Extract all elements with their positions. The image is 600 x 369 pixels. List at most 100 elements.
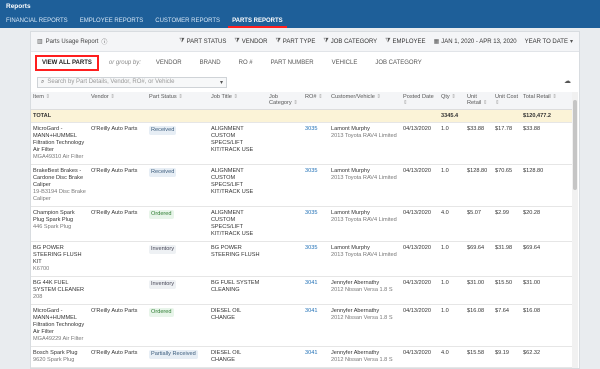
ro-link[interactable]: 3035	[303, 164, 329, 208]
sort-icon[interactable]: ⇕	[375, 94, 381, 100]
status-badge: Received	[149, 168, 177, 178]
table-row[interactable]: Bosch Spark Plug 9620 Spark Plug O'Reilly …	[31, 346, 573, 369]
status-badge: Inventory	[149, 280, 177, 290]
sort-icon[interactable]: ⇕	[109, 94, 115, 100]
qty-cell: 1.0	[439, 276, 465, 306]
item-part-number: 9620 Spark Plug	[33, 357, 75, 364]
column-header[interactable]: Vendor ⇕	[89, 92, 147, 110]
table-row[interactable]: MicroGard - MANN+HUMMEL Filtration Techn…	[31, 304, 573, 348]
job-category-cell	[267, 304, 303, 348]
group-by-job-category[interactable]: JOB CATEGORY	[375, 60, 421, 66]
customer-cell: Jennyfer Abernathy 2012 Nissan Versa 1.8 …	[329, 346, 401, 369]
filter-1[interactable]: ⧩ VENDOR	[234, 38, 267, 45]
filter-6[interactable]: YEAR TO DATE ▾	[525, 38, 573, 46]
posted-date-cell: 04/13/2020	[401, 276, 439, 306]
ro-link[interactable]: 3041	[303, 346, 329, 369]
tab-financial-reports[interactable]: FINANCIAL REPORTS	[0, 15, 74, 28]
filter-0[interactable]: ⧩ PART STATUS	[179, 38, 226, 45]
vendor-cell: O'Reilly Auto Parts	[89, 122, 147, 166]
chevron-down-icon[interactable]: ▾	[220, 79, 223, 86]
status-badge: Ordered	[149, 308, 174, 318]
column-header-label: Item	[33, 94, 44, 100]
filter-2[interactable]: ⧩ PART TYPE	[275, 38, 315, 45]
sort-icon[interactable]: ⇕	[450, 94, 456, 100]
table-row[interactable]: BG 44K FUEL SYSTEM CLEANER 208 Inventory BG…	[31, 276, 573, 306]
customer-name: Jennyfer Abernathy	[331, 280, 380, 287]
sort-icon[interactable]: ⇕	[481, 100, 488, 106]
scrollbar-thumb[interactable]	[573, 100, 577, 190]
column-header[interactable]: Job Category ⇕	[267, 92, 303, 110]
ro-link[interactable]: 3041	[303, 304, 329, 348]
group-by-vendor[interactable]: VENDOR	[156, 60, 182, 66]
report-selector[interactable]: ▥ Parts Usage Report ⓘ	[37, 37, 107, 47]
column-header[interactable]: Total Retail ⇕	[521, 92, 573, 110]
customer-name: Jennyfer Abernathy	[331, 350, 380, 357]
qty-cell: 1.0	[439, 122, 465, 166]
total-retail: $120,477.2	[521, 109, 573, 124]
ro-link[interactable]: 3035	[303, 122, 329, 166]
column-header[interactable]: Job Title ⇕	[209, 92, 267, 110]
table-row[interactable]: Champion Spark Plug Spark Plug 446 Spark …	[31, 206, 573, 243]
table-row[interactable]: BG POWER STEERING FLUSH KIT K6700 Inventor…	[31, 241, 573, 278]
group-by-brand[interactable]: BRAND	[200, 60, 221, 66]
sort-icon[interactable]: ⇕	[44, 94, 50, 100]
search-placeholder: Search by Part Details, Vendor, RO#, or …	[47, 79, 175, 85]
column-header[interactable]: RO# ⇕	[303, 92, 329, 110]
tab-employee-reports[interactable]: EMPLOYEE REPORTS	[74, 15, 150, 28]
column-header[interactable]: Part Status ⇕	[147, 92, 209, 110]
status-badge: Partially Received	[149, 350, 198, 360]
help-icon[interactable]: ⓘ	[101, 37, 107, 46]
report-title: Parts Usage Report	[45, 38, 99, 45]
filter-icon: ⧩	[179, 38, 185, 44]
sort-icon[interactable]: ⇕	[177, 94, 183, 100]
view-all-parts-button[interactable]: VIEW ALL PARTS	[35, 55, 99, 71]
sort-icon[interactable]: ⇕	[551, 94, 557, 100]
column-header[interactable]: Posted Date ⇕	[401, 92, 439, 110]
vehicle-name: 2012 Nissan Versa 1.8 S	[331, 287, 393, 294]
group-by-part-number[interactable]: PART NUMBER	[271, 60, 314, 66]
tab-parts-reports[interactable]: PARTS REPORTS	[226, 15, 289, 28]
unit-cost-cell: $9.19	[493, 346, 521, 369]
report-tabs: FINANCIAL REPORTS EMPLOYEE REPORTS CUSTOME…	[0, 15, 289, 28]
ro-link[interactable]: 3035	[303, 241, 329, 278]
posted-date-cell: 04/13/2020	[401, 241, 439, 278]
table-row[interactable]: MicroGard - MANN+HUMMEL Filtration Techn…	[31, 122, 573, 166]
job-title-cell: DIESEL OIL CHANGE	[209, 304, 267, 348]
group-by-ro-[interactable]: RO #	[239, 60, 253, 66]
filter-3[interactable]: ⧩ JOB CATEGORY	[323, 38, 377, 45]
column-header-label: Qty	[441, 94, 450, 100]
filter-icon: ⧩	[385, 38, 391, 44]
group-by-vehicle[interactable]: VEHICLE	[332, 60, 358, 66]
sort-icon[interactable]: ⇕	[292, 100, 298, 106]
vehicle-name: 2013 Toyota RAV4 Limited	[331, 175, 397, 182]
ro-link[interactable]: 3041	[303, 276, 329, 306]
column-header[interactable]: Item ⇕	[31, 92, 89, 110]
sort-icon[interactable]: ⇕	[232, 94, 238, 100]
column-header[interactable]: Unit Retail ⇕	[465, 92, 493, 110]
item-cell: BG 44K FUEL SYSTEM CLEANER 208	[31, 276, 89, 306]
cloud-download-icon[interactable]: ☁	[564, 77, 571, 85]
posted-date-cell: 04/13/2020	[401, 122, 439, 166]
sort-icon[interactable]: ⇕	[403, 100, 408, 106]
group-by-bar: VIEW ALL PARTS or group by: VENDOR BRAND R…	[31, 52, 579, 74]
top-bar: Reports FINANCIAL REPORTS EMPLOYEE REPORT…	[0, 0, 600, 28]
table-scrollbar[interactable]	[572, 92, 578, 368]
column-header[interactable]: Unit Cost ⇕	[493, 92, 521, 110]
filter-5[interactable]: ▦ JAN 1, 2020 - APR 13, 2020	[434, 38, 517, 46]
tab-customer-reports[interactable]: CUSTOMER REPORTS	[149, 15, 226, 28]
column-header[interactable]: Qty ⇕	[439, 92, 465, 110]
sort-icon[interactable]: ⇕	[495, 100, 500, 106]
sort-icon[interactable]: ⇕	[317, 94, 323, 100]
table-row[interactable]: BrakeBest Brakes - Cardone Disc Brake Ca…	[31, 164, 573, 208]
search-input[interactable]: ⌕ Search by Part Details, Vendor, RO#, o…	[37, 76, 227, 88]
item-part-number: 446 Spark Plug	[33, 224, 72, 231]
unit-cost-cell: $15.50	[493, 276, 521, 306]
column-header[interactable]: Customer/Vehicle ⇕	[329, 92, 401, 110]
total-qty: 3345.4	[439, 109, 465, 124]
customer-cell: Lamont Murphy 2013 Toyota RAV4 Limited	[329, 122, 401, 166]
filter-4[interactable]: ⧩ EMPLOYEE	[385, 38, 425, 45]
qty-cell: 1.0	[439, 164, 465, 208]
qty-cell: 1.0	[439, 241, 465, 278]
ro-link[interactable]: 3035	[303, 206, 329, 243]
total-retail-cell: $31.00	[521, 276, 573, 306]
